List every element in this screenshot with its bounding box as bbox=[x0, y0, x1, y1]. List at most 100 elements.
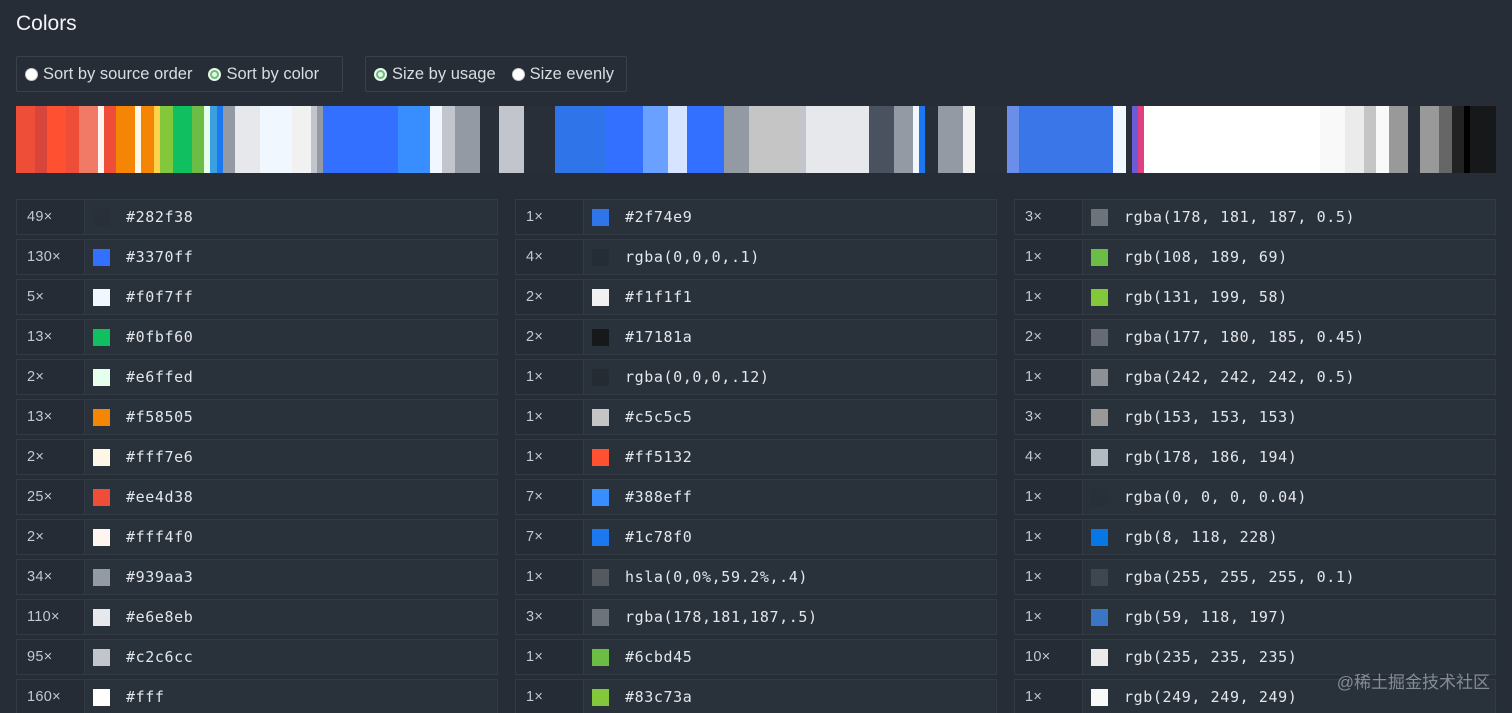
color-row[interactable]: 2× #fff7e6 bbox=[16, 439, 498, 475]
color-row[interactable]: 49× #282f38 bbox=[16, 199, 498, 235]
radio-checked-icon[interactable] bbox=[374, 67, 387, 81]
color-row[interactable]: 3× rgb(153, 153, 153) bbox=[1014, 399, 1496, 435]
color-row[interactable]: 110× #e6e8eb bbox=[16, 599, 498, 635]
sort-by-color-radio[interactable]: Sort by color bbox=[208, 65, 319, 84]
colors-panel: Colors Sort by source order Sort by colo… bbox=[0, 0, 1512, 713]
color-value: #ee4d38 bbox=[126, 488, 194, 506]
color-swatch bbox=[1091, 608, 1108, 626]
color-row[interactable]: 1× rgb(59, 118, 197) bbox=[1014, 599, 1496, 635]
color-row[interactable]: 4× rgba(0,0,0,.1) bbox=[515, 239, 997, 275]
color-swatch bbox=[93, 288, 110, 306]
color-row[interactable]: 4× rgb(178, 186, 194) bbox=[1014, 439, 1496, 475]
color-row[interactable]: 2× #fff4f0 bbox=[16, 519, 498, 555]
color-swatch bbox=[592, 488, 609, 506]
strip-band bbox=[160, 106, 173, 173]
sort-by-source-order-radio[interactable]: Sort by source order bbox=[25, 65, 192, 84]
color-value: #f58505 bbox=[126, 408, 194, 426]
color-row[interactable]: 1× rgba(0, 0, 0, 0.04) bbox=[1014, 479, 1496, 515]
strip-band bbox=[398, 106, 430, 173]
strip-band bbox=[975, 106, 1007, 173]
strip-band bbox=[116, 106, 136, 173]
usage-count: 1× bbox=[516, 640, 584, 674]
color-value: #83c73a bbox=[625, 688, 693, 706]
color-row[interactable]: 1× hsla(0,0%,59.2%,.4) bbox=[515, 559, 997, 595]
color-swatch bbox=[1091, 688, 1108, 706]
usage-count: 3× bbox=[1015, 200, 1083, 234]
strip-band bbox=[1376, 106, 1389, 173]
strip-band bbox=[1363, 106, 1377, 173]
color-row[interactable]: 25× #ee4d38 bbox=[16, 479, 498, 515]
usage-count: 1× bbox=[1015, 680, 1083, 713]
radio-unchecked-icon[interactable] bbox=[25, 67, 38, 81]
color-row[interactable]: 130× #3370ff bbox=[16, 239, 498, 275]
color-row[interactable]: 95× #c2c6cc bbox=[16, 639, 498, 675]
color-row[interactable]: 1× rgba(0,0,0,.12) bbox=[515, 359, 997, 395]
usage-count: 1× bbox=[516, 360, 584, 394]
color-row[interactable]: 1× #83c73a bbox=[515, 679, 997, 713]
color-row[interactable]: 2× #e6ffed bbox=[16, 359, 498, 395]
usage-count: 13× bbox=[17, 320, 85, 354]
strip-band bbox=[523, 106, 556, 173]
color-row[interactable]: 1× #ff5132 bbox=[515, 439, 997, 475]
color-swatch bbox=[93, 408, 110, 426]
usage-count: 1× bbox=[1015, 600, 1083, 634]
strip-band bbox=[868, 106, 894, 173]
color-swatch bbox=[93, 488, 110, 506]
color-row[interactable]: 1× #2f74e9 bbox=[515, 199, 997, 235]
color-swatch bbox=[592, 448, 609, 466]
size-by-usage-radio[interactable]: Size by usage bbox=[374, 65, 496, 84]
color-value: rgb(59, 118, 197) bbox=[1124, 608, 1288, 626]
color-row[interactable]: 34× #939aa3 bbox=[16, 559, 498, 595]
strip-band bbox=[260, 106, 292, 173]
color-swatch bbox=[1091, 288, 1108, 306]
color-row[interactable]: 1× #c5c5c5 bbox=[515, 399, 997, 435]
color-row[interactable]: 3× rgba(178,181,187,.5) bbox=[515, 599, 997, 635]
color-row[interactable]: 7× #388eff bbox=[515, 479, 997, 515]
color-row[interactable]: 1× #6cbd45 bbox=[515, 639, 997, 675]
color-swatch bbox=[1091, 488, 1108, 506]
strip-band bbox=[103, 106, 117, 173]
color-swatch bbox=[592, 328, 609, 346]
color-row[interactable]: 2× #17181a bbox=[515, 319, 997, 355]
color-list: 49× #282f38 130× #3370ff 5× #f0f7ff 13× #0fbf60… bbox=[16, 199, 1496, 713]
color-value: rgb(108, 189, 69) bbox=[1124, 248, 1288, 266]
color-row[interactable]: 1× rgba(255, 255, 255, 0.1) bbox=[1014, 559, 1496, 595]
color-value: rgb(235, 235, 235) bbox=[1124, 648, 1298, 666]
color-row[interactable]: 5× #f0f7ff bbox=[16, 279, 498, 315]
strip-band bbox=[235, 106, 261, 173]
color-row[interactable]: 3× rgba(178, 181, 187, 0.5) bbox=[1014, 199, 1496, 235]
strip-band bbox=[1439, 106, 1452, 173]
color-row[interactable]: 13× #0fbf60 bbox=[16, 319, 498, 355]
color-value: #1c78f0 bbox=[625, 528, 693, 546]
strip-band bbox=[429, 106, 443, 173]
color-row[interactable]: 1× rgba(242, 242, 242, 0.5) bbox=[1014, 359, 1496, 395]
color-column-2: 1× #2f74e9 4× rgba(0,0,0,.1) 2× #f1f1f1 2× #171… bbox=[515, 199, 997, 713]
color-row[interactable]: 2× rgba(177, 180, 185, 0.45) bbox=[1014, 319, 1496, 355]
color-row[interactable]: 13× #f58505 bbox=[16, 399, 498, 435]
color-swatch bbox=[1091, 408, 1108, 426]
strip-band bbox=[1470, 106, 1496, 173]
color-row[interactable]: 1× rgb(8, 118, 228) bbox=[1014, 519, 1496, 555]
color-row[interactable]: 7× #1c78f0 bbox=[515, 519, 997, 555]
size-evenly-radio[interactable]: Size evenly bbox=[511, 65, 614, 84]
color-value: hsla(0,0%,59.2%,.4) bbox=[625, 568, 808, 586]
usage-count: 25× bbox=[17, 480, 85, 514]
color-swatch bbox=[592, 528, 609, 546]
color-row[interactable]: 1× rgb(131, 199, 58) bbox=[1014, 279, 1496, 315]
strip-band bbox=[442, 106, 455, 173]
radio-checked-icon[interactable] bbox=[208, 67, 222, 81]
usage-count: 95× bbox=[17, 640, 85, 674]
usage-count: 1× bbox=[1015, 480, 1083, 514]
strip-band bbox=[172, 106, 192, 173]
color-row[interactable]: 1× rgb(108, 189, 69) bbox=[1014, 239, 1496, 275]
color-swatch bbox=[93, 248, 110, 266]
usage-count: 130× bbox=[17, 240, 85, 274]
usage-count: 2× bbox=[516, 280, 584, 314]
color-column-3: 3× rgba(178, 181, 187, 0.5) 1× rgb(108, 189… bbox=[1014, 199, 1496, 713]
color-value: #fff bbox=[126, 688, 165, 706]
strip-band bbox=[1006, 106, 1020, 173]
radio-unchecked-icon[interactable] bbox=[511, 67, 525, 81]
color-row[interactable]: 2× #f1f1f1 bbox=[515, 279, 997, 315]
color-row[interactable]: 160× #fff bbox=[16, 679, 498, 713]
color-value: #282f38 bbox=[126, 208, 194, 226]
